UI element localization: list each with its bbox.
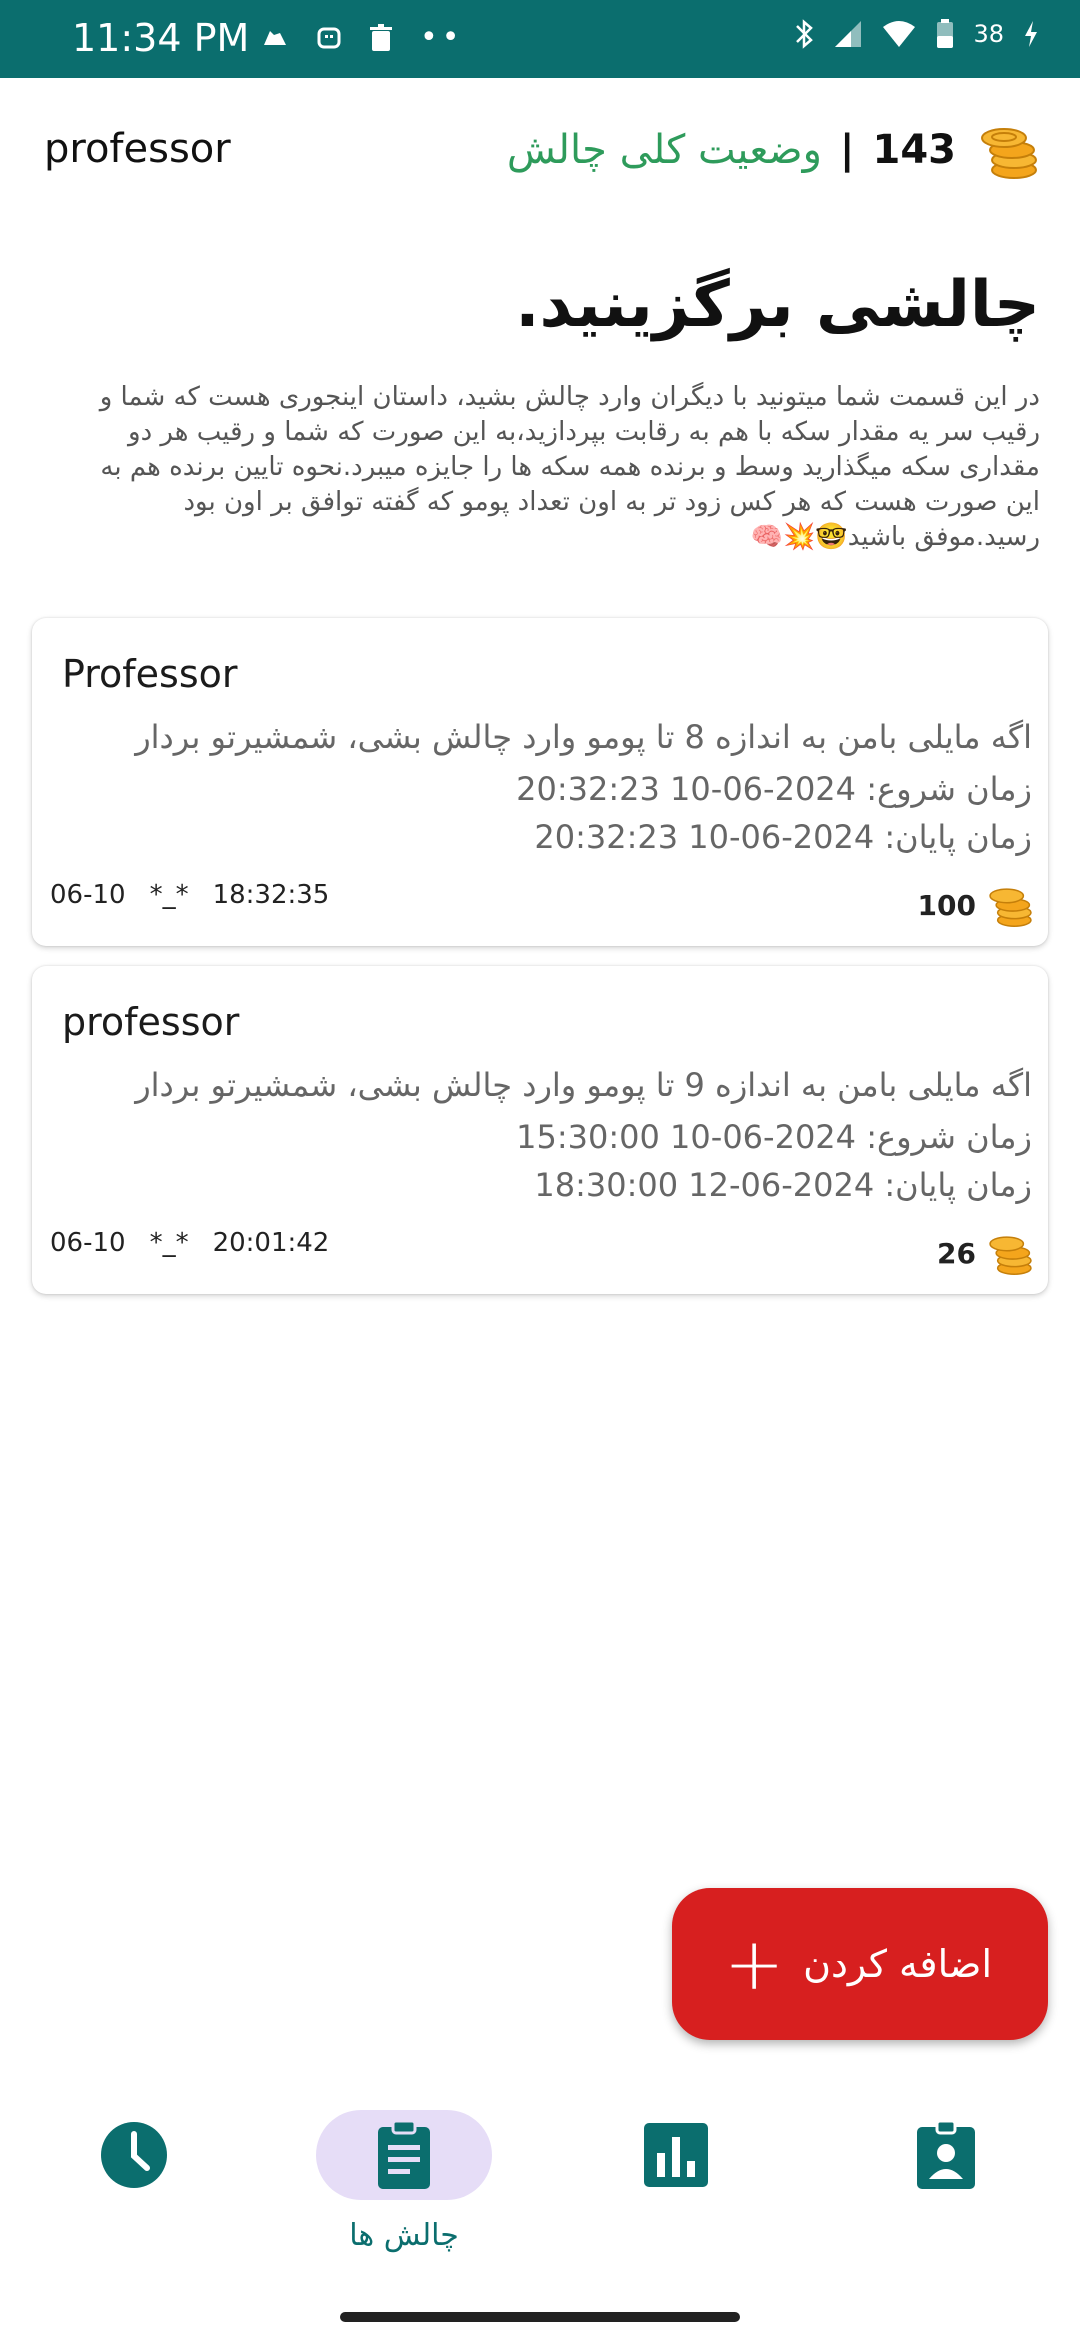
challenge-date: 06-10 [50, 1228, 126, 1258]
bar-chart-icon [644, 2123, 708, 2187]
wifi-icon [883, 21, 916, 47]
challenge-end-time: زمان پایان: 2024-06-12 18:30:00 [534, 1166, 1032, 1204]
more-notifications-icon: •• [420, 20, 464, 55]
challenge-stake: 26 [937, 1230, 1034, 1276]
challenge-created-time: 18:32:35 [212, 880, 330, 910]
challenge-amount: 100 [917, 888, 976, 922]
separator: | [839, 127, 855, 173]
overall-status-bar[interactable]: وضعیت کلی چالش | 143 [507, 120, 1040, 180]
challenge-date: 06-10 [50, 880, 126, 910]
nav-challenges-label: چالش ها [349, 2218, 459, 2253]
challenge-card[interactable]: Professor اگه مایلی بامن به اندازه 8 تا … [32, 618, 1048, 946]
challenge-user: professor [62, 1000, 240, 1044]
username: professor [44, 126, 231, 172]
page-description: در این قسمت شما میتونید با دیگران وارد چ… [99, 382, 1040, 552]
plus-icon: + [724, 1922, 785, 2006]
challenge-user: Professor [62, 652, 238, 696]
profile-badge-icon [917, 2119, 975, 2189]
coins-icon [989, 1236, 1032, 1275]
challenge-mark: *_* [149, 1228, 189, 1258]
challenge-meta: 06-10 *_* 20:01:42 [50, 1228, 329, 1258]
battery-icon [937, 19, 954, 48]
battery-level: 38 [973, 20, 1004, 48]
status-notification-icons: •• [260, 20, 463, 55]
nav-stats[interactable] [556, 2110, 796, 2270]
coins-icon [981, 128, 1037, 179]
add-challenge-label: اضافه کردن [803, 1942, 992, 1986]
challenge-card[interactable]: professor اگه مایلی بامن به اندازه 9 تا … [32, 966, 1048, 1294]
overall-status-link[interactable]: وضعیت کلی چالش [507, 127, 822, 173]
challenge-start-time: زمان شروع: 2024-06-10 15:30:00 [516, 1118, 1032, 1156]
charging-icon [1025, 21, 1037, 47]
home-indicator[interactable] [340, 2312, 740, 2322]
status-system-icons: 38 [793, 18, 1040, 50]
status-time: 11:34 PM [72, 16, 250, 60]
challenge-text: اگه مایلی بامن به اندازه 9 تا پومو وارد … [135, 1066, 1032, 1104]
challenge-meta: 06-10 *_* 18:32:35 [50, 880, 329, 910]
page-title: چالشی برگزینید. [515, 268, 1040, 342]
nav-profile-pill [858, 2110, 1034, 2200]
bluetooth-icon [796, 19, 814, 49]
add-challenge-button[interactable]: + اضافه کردن [672, 1888, 1048, 2040]
challenge-created-time: 20:01:42 [212, 1228, 330, 1258]
challenge-amount: 26 [937, 1236, 976, 1270]
nav-challenges-pill [316, 2110, 492, 2200]
status-bar: 11:34 PM •• 38 [0, 0, 1080, 78]
clock-icon [101, 2122, 167, 2188]
clipboard-list-icon [378, 2119, 430, 2189]
signal-icon [835, 21, 862, 47]
bottom-navigation: چالش ها [0, 2080, 1080, 2280]
app-header: professor وضعیت کلی چالش | 143 [0, 120, 1080, 190]
nav-timer-pill [46, 2110, 222, 2200]
challenge-end-time: زمان پایان: 2024-06-10 20:32:23 [534, 818, 1032, 856]
trash-icon [370, 23, 392, 51]
coin-count: 143 [872, 127, 957, 173]
nav-profile[interactable] [826, 2110, 1066, 2270]
nav-timer[interactable] [14, 2110, 254, 2270]
challenge-stake: 100 [918, 882, 1034, 928]
nav-challenges[interactable]: چالش ها [284, 2110, 524, 2270]
shoe-icon [264, 30, 286, 45]
coins-icon [989, 888, 1032, 927]
challenge-text: اگه مایلی بامن به اندازه 8 تا پومو وارد … [135, 718, 1032, 756]
android-icon [317, 27, 341, 48]
challenge-start-time: زمان شروع: 2024-06-10 20:32:23 [516, 770, 1032, 808]
challenge-mark: *_* [149, 880, 189, 910]
nav-stats-pill [588, 2110, 764, 2200]
